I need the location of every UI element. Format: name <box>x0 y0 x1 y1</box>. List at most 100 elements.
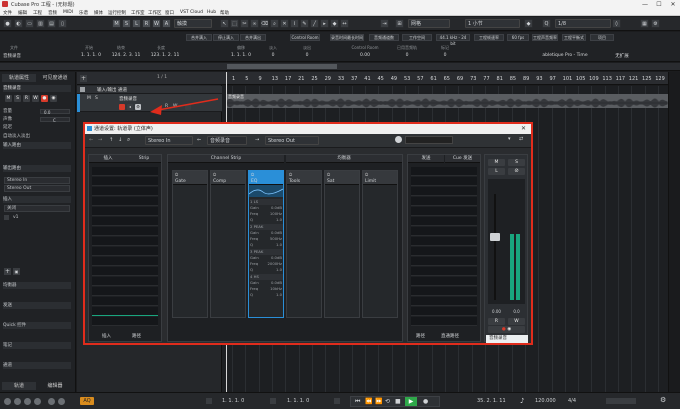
mixer-button[interactable]: ▯ <box>58 19 67 28</box>
info-start-value[interactable]: 1. 1. 1. 0 <box>76 53 106 58</box>
info-volume-value[interactable]: 0.00 <box>350 53 380 58</box>
insert-slot[interactable] <box>92 207 158 216</box>
module-power-icon[interactable]: ⏻ <box>365 172 368 177</box>
metronome-icon[interactable]: ♪ <box>520 397 524 405</box>
mute-tool[interactable]: ✕ <box>280 19 289 28</box>
dialog-menu-icon[interactable]: ▾ <box>508 136 511 142</box>
eq-curve-display[interactable] <box>248 185 284 197</box>
cycle-icon[interactable]: ⟲ <box>385 398 390 405</box>
insert-slot[interactable] <box>92 167 158 176</box>
split-tool[interactable]: ✂ <box>240 19 249 28</box>
timeline-ruler[interactable]: 1 5 9 13 17 21 25 29 33 37 41 45 49 53 57 61 65 69 73 77 81 8… <box>222 72 668 85</box>
inspector-tab-visibility[interactable]: 可见度通道 <box>37 74 73 82</box>
inspector-output-select[interactable]: Stereo Out <box>4 185 70 192</box>
left-locator-value[interactable]: 1. 1. 1. 0 <box>222 398 244 404</box>
cycle-record-icon[interactable] <box>48 398 55 405</box>
record-icon[interactable]: ● <box>423 398 428 405</box>
insert-slot[interactable] <box>92 247 158 256</box>
strip-module-comp[interactable]: Comp ⏻ <box>210 170 246 318</box>
fader-listen-button[interactable]: L <box>488 168 505 175</box>
fader-handle[interactable] <box>490 233 500 241</box>
back-icon[interactable]: ← <box>89 137 93 143</box>
send-slot[interactable] <box>411 217 477 226</box>
bottom-tab-tracks[interactable]: 轨道 <box>2 382 36 390</box>
fader-monitor-icon[interactable]: ◉ <box>507 327 511 332</box>
send-slot[interactable] <box>411 227 477 236</box>
insert-slot[interactable] <box>92 187 158 196</box>
auto-quantize-button[interactable]: AQ <box>80 397 94 405</box>
fader-bypass-icon[interactable]: ⊘ <box>508 168 525 175</box>
erase-tool[interactable]: ⌫ <box>260 19 269 28</box>
punch-in-icon[interactable] <box>14 398 21 405</box>
insert-slot[interactable] <box>92 267 158 276</box>
add-track-icon[interactable]: + <box>80 75 87 82</box>
mute-mode-button[interactable]: M <box>112 19 121 28</box>
inserts-tab[interactable]: 插入 <box>102 334 111 339</box>
module-power-icon[interactable]: ⏻ <box>289 172 292 177</box>
insert-slot[interactable] <box>92 297 158 306</box>
fps-button[interactable]: 60 fps <box>507 34 529 41</box>
send-slot[interactable] <box>411 177 477 186</box>
info-end-value[interactable]: 124. 2. 3. 11 <box>108 53 144 58</box>
iterative-quantize-button[interactable]: ◊ <box>612 19 621 28</box>
snap-toggle-button[interactable]: ⊞ <box>395 19 404 28</box>
menu-transport[interactable]: 运行控制 <box>108 10 126 16</box>
strip-module-header[interactable]: Tools ⏻ <box>287 171 321 185</box>
send-slot[interactable] <box>411 187 477 196</box>
quantize-apply-button[interactable]: Q <box>542 19 551 28</box>
preset-icon[interactable] <box>395 136 402 143</box>
strip-module-header[interactable]: Gate ⏻ <box>173 171 207 185</box>
snap-type-select[interactable]: 网格 <box>408 19 450 28</box>
quantize-preset-select[interactable]: 1/8 <box>555 19 611 28</box>
bypass-icon[interactable]: ⇐ <box>197 137 201 143</box>
eq-param-value[interactable]: 1.0 <box>266 292 282 298</box>
fader-read-button[interactable]: R <box>488 318 505 325</box>
menu-midi[interactable]: MIDI <box>63 10 73 15</box>
track-solo-button[interactable]: S <box>95 96 101 102</box>
write-mode-button[interactable]: W <box>152 19 161 28</box>
insert-slot[interactable] <box>92 177 158 186</box>
maximize-button[interactable]: ☐ <box>652 0 666 9</box>
folder-track[interactable]: 输入/输出 通道 <box>77 86 222 94</box>
inspector-section-eq[interactable]: 均衡器 <box>3 282 71 289</box>
zoom-tool[interactable]: ⌕ <box>270 19 279 28</box>
send-slot[interactable] <box>411 207 477 216</box>
inspector-track-name[interactable]: 音频录音 <box>3 85 71 92</box>
position-display[interactable]: 35. 2. 1. 11 <box>477 398 506 404</box>
inspector-monitor-button[interactable]: ◉ <box>50 95 57 102</box>
line-tool[interactable]: ╱ <box>310 19 319 28</box>
insert-slot[interactable] <box>92 257 158 266</box>
inspector-auto-fade[interactable]: 自动淡入淡出 <box>3 133 71 140</box>
project-button[interactable]: 项目 <box>590 34 614 41</box>
inspector-input-select[interactable]: Stereo In <box>4 177 70 184</box>
inspector-section-channel[interactable]: 通道 <box>3 362 71 369</box>
inspector-section-quick-controls[interactable]: Quick 控件 <box>3 322 71 329</box>
inspector-pan-slider[interactable]: C <box>40 117 70 123</box>
send-slot[interactable] <box>411 287 477 296</box>
nudge-tool[interactable]: ↔ <box>340 19 349 28</box>
inspector-section-routing[interactable]: 输入路由 <box>3 142 71 149</box>
strip-module-header[interactable]: Sat ⏻ <box>325 171 359 185</box>
overview-strip[interactable] <box>0 63 680 71</box>
inspector-section-notes[interactable]: 笔记 <box>3 342 71 349</box>
track-record-button[interactable] <box>119 104 125 110</box>
left-locator-icon[interactable] <box>206 398 212 404</box>
dialog-close-icon[interactable]: ✕ <box>521 124 526 134</box>
close-window-button[interactable]: ✕ <box>666 0 680 9</box>
send-slot[interactable] <box>411 317 477 326</box>
merge-in-button[interactable]: 合并满入 <box>186 34 212 41</box>
glue-tool[interactable]: ∞ <box>250 19 259 28</box>
menu-window[interactable]: 窗口 <box>165 10 174 16</box>
rewind-icon[interactable]: ⏪ <box>365 398 372 405</box>
vertical-scrollbar[interactable] <box>668 72 680 392</box>
info-length-value[interactable]: 123. 1. 2. 11 <box>147 53 183 58</box>
right-locator-icon[interactable] <box>270 398 276 404</box>
window-layout-button[interactable]: ▥ <box>36 19 45 28</box>
frame-rate-button[interactable]: 工程帧速率 <box>474 34 504 41</box>
precount-icon[interactable] <box>34 398 41 405</box>
preset-field[interactable] <box>405 136 453 144</box>
tempo-display[interactable]: 120.000 <box>535 398 556 404</box>
constrain-delay-button[interactable]: ◐ <box>14 19 23 28</box>
right-locator-value[interactable]: 1. 1. 1. 0 <box>287 398 309 404</box>
inspector-section-inserts[interactable]: 插入 <box>3 196 71 203</box>
